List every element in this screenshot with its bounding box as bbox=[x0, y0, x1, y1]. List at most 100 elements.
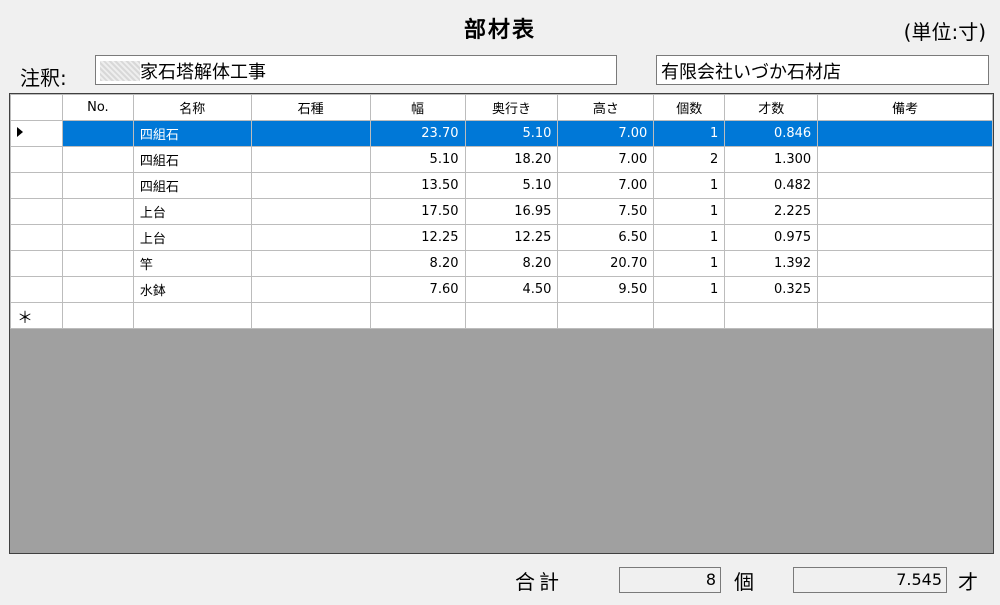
cell-remarks[interactable] bbox=[817, 276, 993, 303]
col-header-name[interactable]: 名称 bbox=[132, 94, 252, 121]
col-header-no[interactable]: No. bbox=[61, 94, 134, 121]
cell-no[interactable] bbox=[61, 198, 134, 225]
col-header-depth[interactable]: 奥行き bbox=[464, 94, 559, 121]
table-row[interactable]: 上台 17.50 16.95 7.50 1 2.225 bbox=[10, 198, 993, 225]
cell-stone[interactable] bbox=[250, 146, 371, 173]
company-field[interactable]: 有限会社いづか石材店 bbox=[656, 55, 989, 85]
cell-saisu[interactable]: 1.300 bbox=[724, 146, 819, 173]
cell-name[interactable]: 水鉢 bbox=[132, 276, 252, 303]
cell-width[interactable]: 5.10 bbox=[369, 146, 466, 173]
cell-remarks[interactable] bbox=[817, 146, 993, 173]
new-record-row[interactable]: ＊ bbox=[10, 302, 993, 329]
row-selector[interactable] bbox=[10, 120, 63, 147]
cell-count[interactable]: 2 bbox=[653, 146, 726, 173]
cell-count[interactable]: 1 bbox=[653, 224, 726, 251]
row-header-corner[interactable] bbox=[10, 94, 63, 121]
cell-height[interactable]: 7.00 bbox=[557, 120, 655, 147]
col-header-remarks[interactable]: 備考 bbox=[817, 94, 993, 121]
cell-width[interactable]: 8.20 bbox=[369, 250, 466, 277]
cell-count[interactable]: 1 bbox=[653, 276, 726, 303]
row-selector[interactable] bbox=[10, 250, 63, 277]
cell-name[interactable]: 竿 bbox=[132, 250, 252, 277]
col-header-height[interactable]: 高さ bbox=[557, 94, 655, 121]
note-field[interactable]: 家石塔解体工事 bbox=[95, 55, 617, 85]
row-selector[interactable] bbox=[10, 224, 63, 251]
cell-remarks[interactable] bbox=[817, 198, 993, 225]
cell-name[interactable]: 四組石 bbox=[132, 146, 252, 173]
cell-no[interactable] bbox=[61, 250, 134, 277]
cell-stone[interactable] bbox=[250, 224, 371, 251]
row-selector[interactable] bbox=[10, 276, 63, 303]
cell-name[interactable]: 四組石 bbox=[132, 120, 252, 147]
cell-count[interactable]: 1 bbox=[653, 120, 726, 147]
cell-stone[interactable] bbox=[250, 172, 371, 199]
cell-no[interactable] bbox=[61, 120, 134, 147]
cell-width[interactable]: 13.50 bbox=[369, 172, 466, 199]
row-selector[interactable] bbox=[10, 198, 63, 225]
cell-name[interactable]: 上台 bbox=[132, 224, 252, 251]
new-row-cell[interactable] bbox=[464, 302, 559, 329]
cell-saisu[interactable]: 0.975 bbox=[724, 224, 819, 251]
cell-saisu[interactable]: 1.392 bbox=[724, 250, 819, 277]
cell-depth[interactable]: 18.20 bbox=[464, 146, 559, 173]
cell-remarks[interactable] bbox=[817, 172, 993, 199]
cell-width[interactable]: 17.50 bbox=[369, 198, 466, 225]
cell-height[interactable]: 20.70 bbox=[557, 250, 655, 277]
cell-saisu[interactable]: 0.325 bbox=[724, 276, 819, 303]
cell-no[interactable] bbox=[61, 172, 134, 199]
new-row-cell[interactable] bbox=[557, 302, 655, 329]
cell-name[interactable]: 四組石 bbox=[132, 172, 252, 199]
cell-saisu[interactable]: 0.482 bbox=[724, 172, 819, 199]
cell-no[interactable] bbox=[61, 276, 134, 303]
cell-count[interactable]: 1 bbox=[653, 250, 726, 277]
table-row[interactable]: 四組石 23.70 5.10 7.00 1 0.846 bbox=[10, 120, 993, 147]
cell-height[interactable]: 7.00 bbox=[557, 146, 655, 173]
cell-height[interactable]: 7.00 bbox=[557, 172, 655, 199]
cell-height[interactable]: 6.50 bbox=[557, 224, 655, 251]
row-selector[interactable] bbox=[10, 172, 63, 199]
cell-remarks[interactable] bbox=[817, 250, 993, 277]
cell-width[interactable]: 23.70 bbox=[369, 120, 466, 147]
cell-saisu[interactable]: 2.225 bbox=[724, 198, 819, 225]
cell-no[interactable] bbox=[61, 224, 134, 251]
cell-stone[interactable] bbox=[250, 250, 371, 277]
cell-height[interactable]: 7.50 bbox=[557, 198, 655, 225]
table-row[interactable]: 竿 8.20 8.20 20.70 1 1.392 bbox=[10, 250, 993, 277]
cell-no[interactable] bbox=[61, 146, 134, 173]
col-header-width[interactable]: 幅 bbox=[369, 94, 466, 121]
cell-saisu[interactable]: 0.846 bbox=[724, 120, 819, 147]
parts-grid[interactable]: No. 名称 石種 幅 奥行き 高さ 個数 才数 備考 四組石 23.70 5.10… bbox=[9, 93, 994, 554]
cell-stone[interactable] bbox=[250, 198, 371, 225]
new-row-cell[interactable] bbox=[250, 302, 371, 329]
cell-depth[interactable]: 5.10 bbox=[464, 172, 559, 199]
col-header-saisu[interactable]: 才数 bbox=[724, 94, 819, 121]
table-row[interactable]: 上台 12.25 12.25 6.50 1 0.975 bbox=[10, 224, 993, 251]
cell-remarks[interactable] bbox=[817, 120, 993, 147]
new-row-cell[interactable] bbox=[369, 302, 466, 329]
cell-stone[interactable] bbox=[250, 276, 371, 303]
cell-remarks[interactable] bbox=[817, 224, 993, 251]
cell-depth[interactable]: 16.95 bbox=[464, 198, 559, 225]
col-header-stone[interactable]: 石種 bbox=[250, 94, 371, 121]
new-row-cell[interactable] bbox=[61, 302, 134, 329]
new-row-cell[interactable] bbox=[653, 302, 726, 329]
cell-count[interactable]: 1 bbox=[653, 172, 726, 199]
cell-height[interactable]: 9.50 bbox=[557, 276, 655, 303]
cell-count[interactable]: 1 bbox=[653, 198, 726, 225]
cell-stone[interactable] bbox=[250, 120, 371, 147]
new-row-cell[interactable] bbox=[817, 302, 993, 329]
cell-depth[interactable]: 8.20 bbox=[464, 250, 559, 277]
cell-width[interactable]: 7.60 bbox=[369, 276, 466, 303]
cell-depth[interactable]: 4.50 bbox=[464, 276, 559, 303]
cell-depth[interactable]: 5.10 bbox=[464, 120, 559, 147]
table-row[interactable]: 水鉢 7.60 4.50 9.50 1 0.325 bbox=[10, 276, 993, 303]
row-selector[interactable] bbox=[10, 146, 63, 173]
new-row-cell[interactable] bbox=[132, 302, 252, 329]
cell-name[interactable]: 上台 bbox=[132, 198, 252, 225]
col-header-count[interactable]: 個数 bbox=[653, 94, 726, 121]
table-row[interactable]: 四組石 13.50 5.10 7.00 1 0.482 bbox=[10, 172, 993, 199]
new-row-cell[interactable] bbox=[724, 302, 819, 329]
cell-width[interactable]: 12.25 bbox=[369, 224, 466, 251]
cell-depth[interactable]: 12.25 bbox=[464, 224, 559, 251]
table-row[interactable]: 四組石 5.10 18.20 7.00 2 1.300 bbox=[10, 146, 993, 173]
